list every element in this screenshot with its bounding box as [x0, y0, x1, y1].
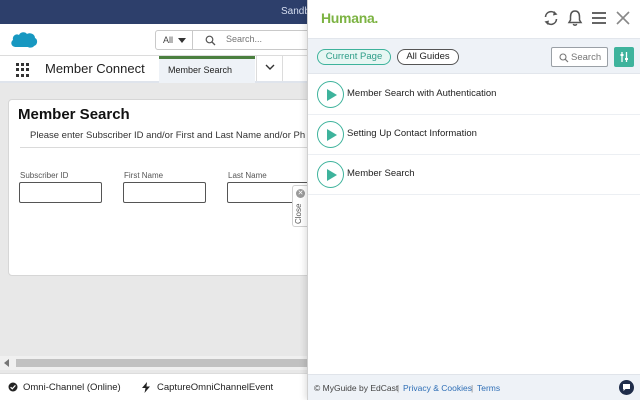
copyright-text: © MyGuide by EdCast: [314, 383, 399, 393]
first-name-label: First Name: [124, 171, 164, 180]
myguide-panel: Humana. Current Page All Guides Search M…: [307, 0, 640, 400]
global-search-input[interactable]: [226, 34, 306, 44]
sliders-icon: [620, 52, 628, 62]
member-search-card: Member Search Please enter Subscriber ID…: [8, 99, 328, 276]
guide-search-input[interactable]: [571, 52, 605, 63]
close-icon: ✕: [296, 189, 305, 198]
close-tab-label: Close: [294, 203, 303, 224]
scrollbar-thumb[interactable]: [16, 359, 307, 367]
app-name: Member Connect: [45, 61, 145, 76]
horizontal-scrollbar[interactable]: [0, 356, 307, 370]
play-guide-button[interactable]: [317, 81, 344, 108]
humana-logo: Humana.: [321, 10, 379, 26]
chevron-down-icon: [178, 38, 186, 43]
chevron-down-icon: [265, 64, 275, 70]
tab-menu-button[interactable]: [256, 56, 283, 81]
tab-member-search[interactable]: Member Search: [159, 56, 255, 83]
play-icon: [327, 129, 337, 141]
tab-label: Member Search: [168, 65, 233, 75]
utility-bar: Omni-Channel (Online) CaptureOmniChannel…: [0, 373, 307, 400]
search-icon: [559, 53, 569, 63]
guide-title: Setting Up Contact Information: [347, 128, 477, 139]
all-guides-filter[interactable]: All Guides: [397, 49, 459, 65]
menu-icon[interactable]: [590, 9, 608, 27]
guide-title: Member Search with Authentication: [347, 88, 497, 99]
guide-filter-toolbar: Current Page All Guides: [308, 38, 640, 74]
privacy-cookies-link[interactable]: Privacy & Cookies: [403, 383, 472, 393]
play-guide-button[interactable]: [317, 161, 344, 188]
lightning-icon: [142, 382, 150, 393]
guide-list: Member Search with Authentication Settin…: [308, 75, 640, 195]
environment-label: Sandb: [281, 6, 310, 17]
subscriber-id-field[interactable]: [19, 182, 102, 203]
footer-separator: |: [397, 383, 400, 393]
filter-settings-button[interactable]: [614, 47, 634, 67]
guide-search-box[interactable]: [551, 47, 608, 67]
search-instructions: Please enter Subscriber ID and/or First …: [20, 126, 308, 148]
footer-separator: |: [471, 383, 474, 393]
guide-item[interactable]: Member Search with Authentication: [308, 75, 640, 115]
play-icon: [327, 89, 337, 101]
scroll-left-icon[interactable]: [4, 359, 9, 367]
first-name-field[interactable]: [123, 182, 206, 203]
app-launcher-icon[interactable]: [16, 63, 30, 77]
page-title: Member Search: [18, 106, 130, 123]
guide-item[interactable]: Member Search: [308, 155, 640, 195]
omni-channel-item[interactable]: Omni-Channel (Online): [23, 382, 121, 393]
close-icon[interactable]: [614, 9, 632, 27]
subscriber-id-label: Subscriber ID: [20, 171, 69, 180]
current-page-filter[interactable]: Current Page: [317, 49, 391, 65]
chat-button[interactable]: [619, 380, 634, 395]
close-panel-tab[interactable]: ✕ Close: [292, 185, 307, 227]
play-guide-button[interactable]: [317, 121, 344, 148]
capture-event-item[interactable]: CaptureOmniChannelEvent: [157, 382, 273, 393]
guide-item[interactable]: Setting Up Contact Information: [308, 115, 640, 155]
check-circle-icon: [8, 382, 18, 392]
play-icon: [327, 169, 337, 181]
last-name-label: Last Name: [228, 171, 267, 180]
myguide-footer: © MyGuide by EdCast | Privacy & Cookies …: [308, 374, 640, 400]
search-icon: [205, 35, 216, 46]
salesforce-cloud-icon[interactable]: [10, 30, 38, 50]
chat-icon: [623, 384, 630, 391]
search-scope-value: All: [163, 35, 174, 45]
bell-icon[interactable]: [566, 9, 584, 27]
search-scope-select[interactable]: All: [155, 30, 193, 50]
global-search-box[interactable]: [193, 30, 313, 50]
terms-link[interactable]: Terms: [477, 383, 500, 393]
refresh-icon[interactable]: [542, 9, 560, 27]
guide-title: Member Search: [347, 168, 415, 179]
